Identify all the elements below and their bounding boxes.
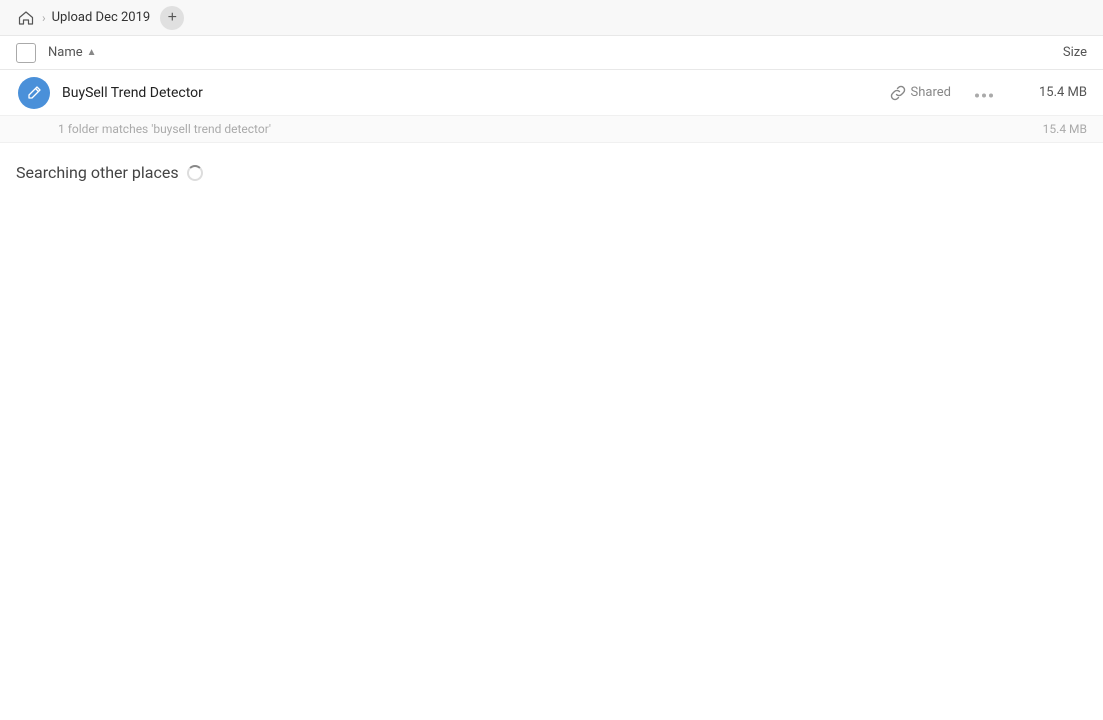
shared-label: Shared xyxy=(911,85,951,100)
file-icon-wrap xyxy=(16,75,52,111)
more-options-button[interactable] xyxy=(967,78,1001,107)
file-shared-indicator: Shared xyxy=(890,85,951,101)
column-header-row: Name ▲ Size xyxy=(0,36,1103,70)
searching-label: Searching other places xyxy=(16,163,179,182)
breadcrumb-chevron: › xyxy=(42,11,46,25)
home-icon xyxy=(18,10,34,26)
file-size: 15.4 MB xyxy=(1017,85,1087,100)
breadcrumb-label: Upload Dec 2019 xyxy=(48,10,155,25)
match-info-row: 1 folder matches 'buysell trend detector… xyxy=(0,116,1103,143)
file-icon-circle xyxy=(18,77,50,109)
match-text: 1 folder matches 'buysell trend detector… xyxy=(58,122,271,136)
name-column-label: Name xyxy=(48,45,83,60)
breadcrumb-bar: › Upload Dec 2019 + xyxy=(0,0,1103,36)
add-button[interactable]: + xyxy=(160,6,184,30)
match-size: 15.4 MB xyxy=(1043,122,1087,136)
home-button[interactable] xyxy=(12,4,40,32)
select-all-checkbox[interactable] xyxy=(16,43,36,63)
link-icon xyxy=(890,85,906,101)
file-row[interactable]: BuySell Trend Detector Shared 15.4 MB xyxy=(0,70,1103,116)
name-column-header[interactable]: Name ▲ xyxy=(48,45,1007,60)
more-options-icon xyxy=(975,93,993,98)
loading-spinner xyxy=(187,165,203,181)
sort-arrow-icon: ▲ xyxy=(87,47,97,58)
file-name: BuySell Trend Detector xyxy=(62,85,890,101)
pen-icon xyxy=(26,85,42,101)
size-column-header: Size xyxy=(1007,45,1087,60)
searching-section: Searching other places xyxy=(0,143,1103,202)
